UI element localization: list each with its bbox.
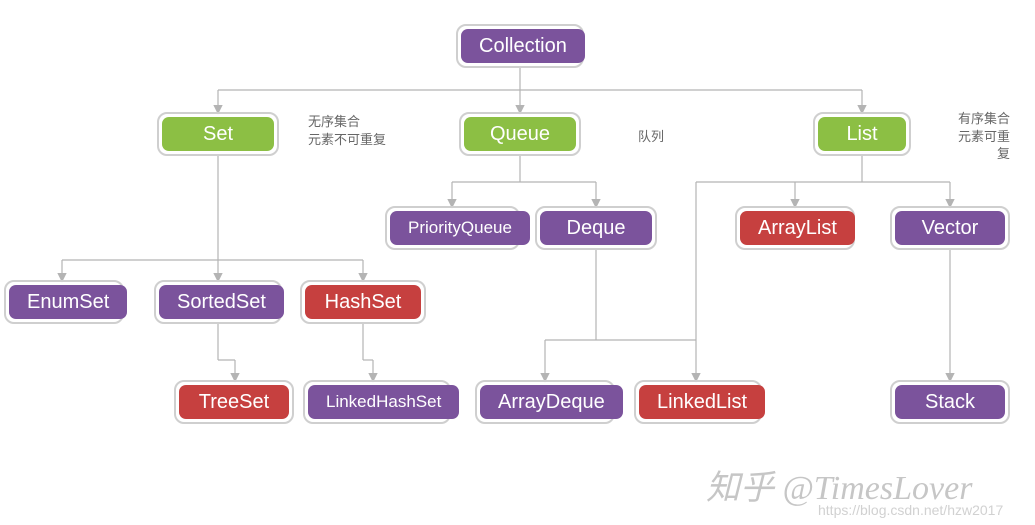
node-label: LinkedList [639,385,765,419]
node-sortedset: SortedSet [154,280,282,324]
node-list: List [813,112,911,156]
annotation-set: 无序集合 元素不可重复 [308,113,386,148]
node-label: List [818,117,906,151]
node-enumset: EnumSet [4,280,124,324]
node-label: PriorityQueue [390,211,530,245]
watermark-sub: https://blog.csdn.net/hzw2017 [818,502,1003,518]
node-hashset: HashSet [300,280,426,324]
node-label: SortedSet [159,285,284,319]
node-collection: Collection [456,24,584,68]
node-label: Stack [895,385,1005,419]
node-label: ArrayList [740,211,855,245]
annotation-list: 有序集合 元素可重 复 [958,110,1010,163]
node-label: Collection [461,29,585,63]
node-arraylist: ArrayList [735,206,855,250]
node-arraydeque: ArrayDeque [475,380,615,424]
node-label: ArrayDeque [480,385,623,419]
node-stack: Stack [890,380,1010,424]
node-queue: Queue [459,112,581,156]
node-linkedlist: LinkedList [634,380,762,424]
hierarchy-edges [0,0,1035,525]
node-linkedhashset: LinkedHashSet [303,380,451,424]
node-set: Set [157,112,279,156]
node-label: TreeSet [179,385,289,419]
node-vector: Vector [890,206,1010,250]
node-treeset: TreeSet [174,380,294,424]
node-label: LinkedHashSet [308,385,459,419]
node-label: Queue [464,117,576,151]
node-label: Vector [895,211,1005,245]
node-label: Set [162,117,274,151]
node-label: HashSet [305,285,421,319]
node-priorityqueue: PriorityQueue [385,206,520,250]
node-label: Deque [540,211,652,245]
node-deque: Deque [535,206,657,250]
annotation-queue: 队列 [638,128,664,146]
node-label: EnumSet [9,285,127,319]
